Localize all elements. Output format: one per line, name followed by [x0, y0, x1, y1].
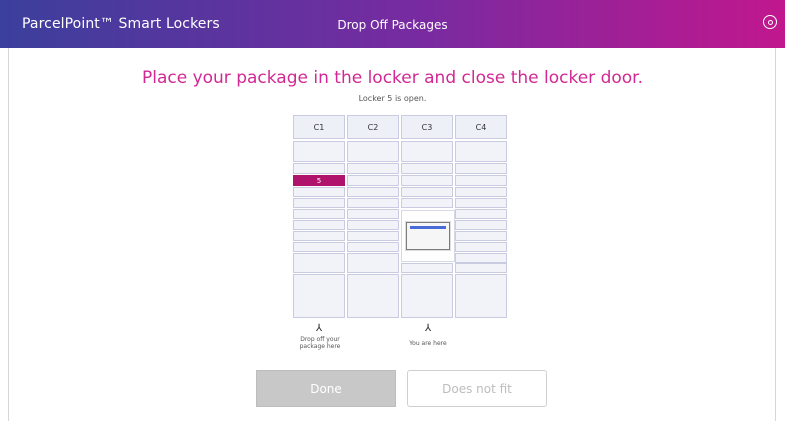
- locker-door[interactable]: [455, 231, 507, 241]
- arrow-icon: ⅄: [424, 323, 432, 334]
- column-header-c3: C3: [401, 115, 453, 139]
- locker-door[interactable]: [293, 209, 345, 219]
- locker-door[interactable]: [455, 141, 507, 162]
- locker-door[interactable]: [347, 209, 399, 219]
- locker-door[interactable]: [401, 198, 453, 208]
- locker-door[interactable]: [293, 198, 345, 208]
- locker-door[interactable]: [293, 163, 345, 174]
- locker-door[interactable]: [347, 175, 399, 186]
- user-icon[interactable]: [763, 15, 777, 29]
- locker-door[interactable]: [401, 175, 453, 186]
- does-not-fit-button[interactable]: Does not fit: [407, 370, 547, 407]
- locker-door[interactable]: [293, 231, 345, 241]
- locker-door[interactable]: [455, 198, 507, 208]
- locker-door[interactable]: [293, 187, 345, 197]
- locker-door[interactable]: [293, 274, 345, 318]
- drop-off-marker-label: Drop off your package here: [299, 336, 341, 350]
- locker-door[interactable]: [455, 242, 507, 252]
- locker-door[interactable]: [347, 163, 399, 174]
- locker-door[interactable]: [293, 253, 345, 273]
- locker-door[interactable]: [347, 253, 399, 273]
- locker-door[interactable]: [455, 274, 507, 318]
- locker-door[interactable]: [401, 163, 453, 174]
- locker-door[interactable]: [401, 263, 453, 273]
- locker-door[interactable]: [401, 141, 453, 162]
- column-header-c4: C4: [455, 115, 507, 139]
- locker-door[interactable]: [455, 253, 507, 263]
- locker-door[interactable]: [347, 220, 399, 230]
- locker-door[interactable]: [293, 141, 345, 162]
- locker-door[interactable]: [455, 163, 507, 174]
- column-header-c2: C2: [347, 115, 399, 139]
- column-header-c1: C1: [293, 115, 345, 139]
- locker-door[interactable]: [455, 175, 507, 186]
- locker-door[interactable]: [455, 220, 507, 230]
- arrow-icon: ⅄: [315, 323, 323, 334]
- kiosk-screen-bar: [410, 226, 446, 229]
- locker-door[interactable]: [293, 220, 345, 230]
- you-are-here-label: You are here: [409, 340, 447, 347]
- top-bar: ParcelPoint™ Smart Lockers Drop Off Pack…: [0, 0, 785, 48]
- locker-door[interactable]: [455, 209, 507, 219]
- locker-door[interactable]: [347, 198, 399, 208]
- locker-door[interactable]: [347, 187, 399, 197]
- locker-door[interactable]: [293, 242, 345, 252]
- locker-door[interactable]: [347, 141, 399, 162]
- instruction-heading: Place your package in the locker and clo…: [141, 68, 644, 88]
- locker-door[interactable]: [401, 187, 453, 197]
- page-title: Drop Off Packages: [337, 18, 448, 32]
- done-button[interactable]: Done: [256, 370, 396, 407]
- status-text: Locker 5 is open.: [358, 94, 427, 103]
- kiosk-screen-icon: [406, 222, 450, 250]
- locker-door[interactable]: [347, 274, 399, 318]
- locker-door[interactable]: [347, 242, 399, 252]
- locker-door[interactable]: [347, 231, 399, 241]
- user-icon-head: [767, 19, 773, 25]
- locker-door[interactable]: [455, 187, 507, 197]
- selected-locker[interactable]: 5: [293, 175, 345, 186]
- locker-door[interactable]: [401, 274, 453, 318]
- locker-door[interactable]: [455, 263, 507, 273]
